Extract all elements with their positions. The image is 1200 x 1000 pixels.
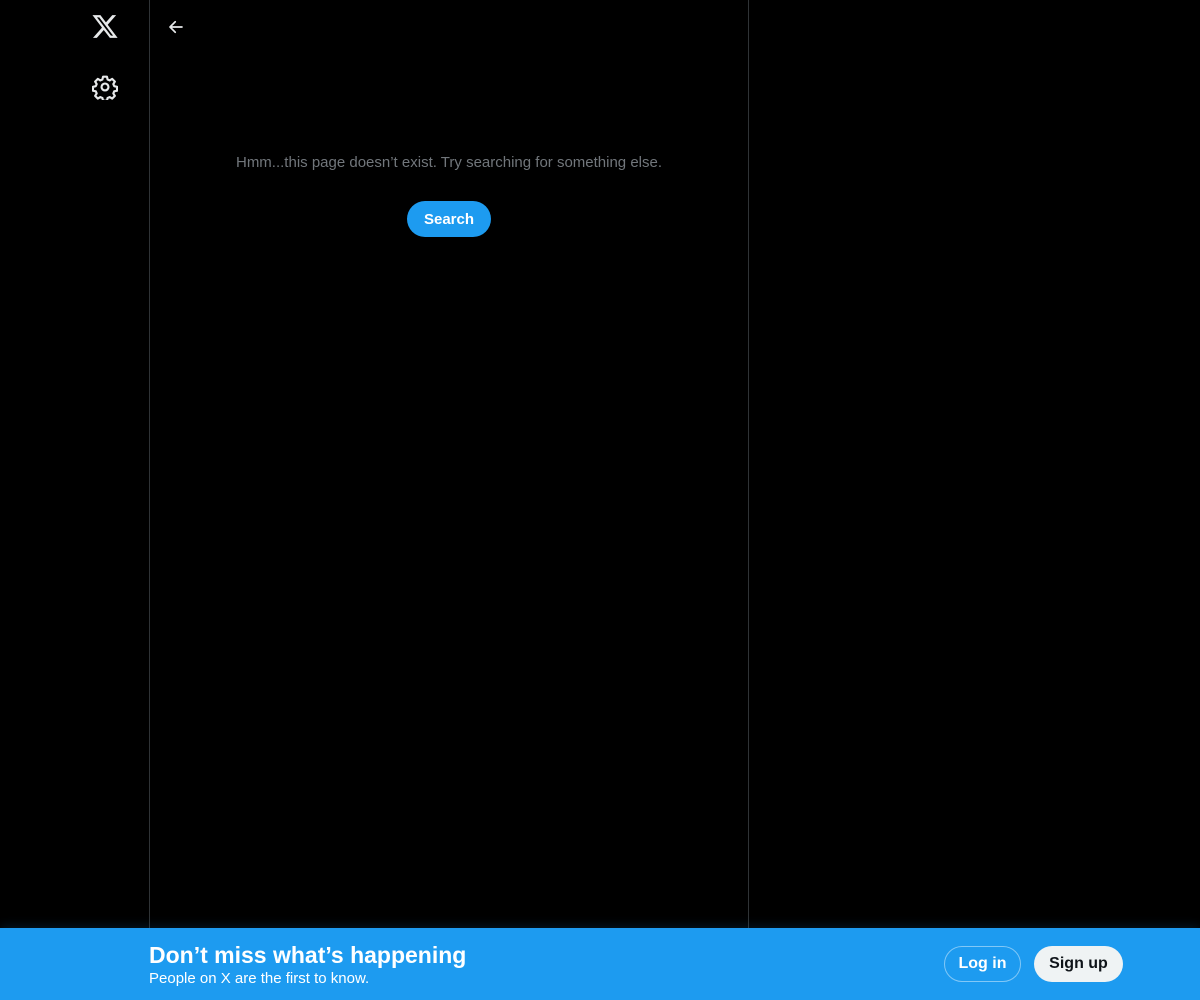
- gear-icon: [92, 75, 118, 100]
- x-logo-icon: [92, 15, 118, 38]
- signup-banner: Don’t miss what’s happening People on X …: [0, 928, 1200, 1000]
- back-button[interactable]: [158, 9, 194, 45]
- empty-state-message: Hmm...this page doesn’t exist. Try searc…: [235, 154, 663, 171]
- log-in-button[interactable]: Log in: [944, 946, 1021, 982]
- app-root: Hmm...this page doesn’t exist. Try searc…: [0, 0, 1200, 1000]
- search-button[interactable]: Search: [407, 201, 491, 237]
- settings-button[interactable]: [81, 63, 129, 111]
- sign-up-button[interactable]: Sign up: [1034, 946, 1123, 982]
- left-rail: [0, 0, 149, 1000]
- x-logo-button[interactable]: [81, 4, 129, 52]
- banner-title: Don’t miss what’s happening: [149, 942, 467, 968]
- primary-column: Hmm...this page doesn’t exist. Try searc…: [149, 0, 749, 928]
- banner-subtitle: People on X are the first to know.: [149, 970, 370, 987]
- arrow-left-icon: [169, 20, 183, 34]
